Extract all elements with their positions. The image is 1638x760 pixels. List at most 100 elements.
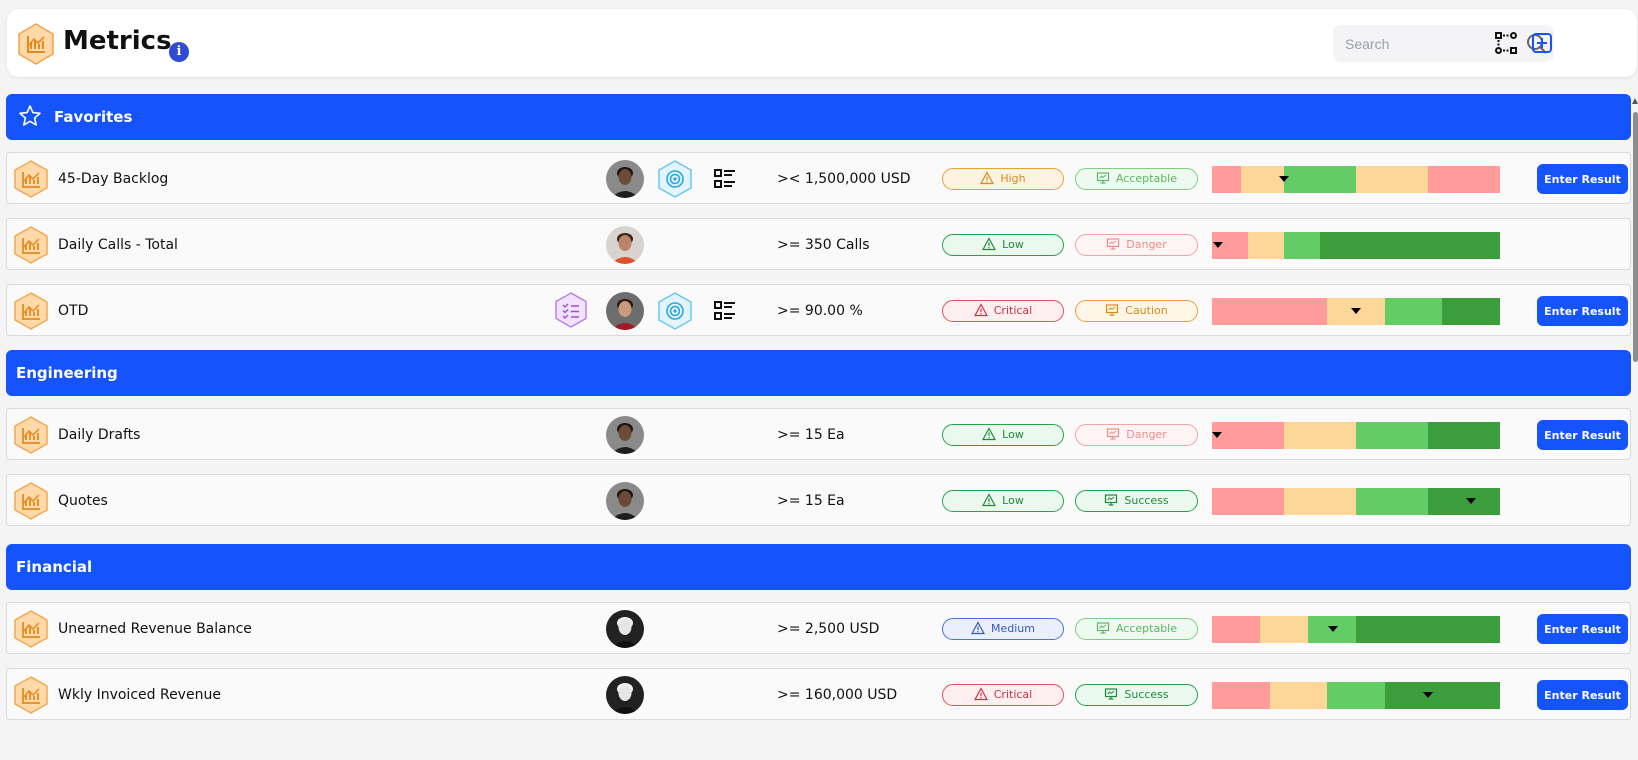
metric-row[interactable]: Quotes >= 15 Ea Low Success: [6, 474, 1631, 526]
performance-gauge: [1212, 616, 1500, 643]
search-input[interactable]: [1345, 33, 1515, 55]
metric-name[interactable]: OTD: [58, 302, 88, 320]
performance-gauge: [1212, 682, 1500, 709]
status-badge: Acceptable: [1075, 618, 1198, 640]
owner-avatar[interactable]: [606, 416, 644, 454]
priority-label: Low: [1002, 494, 1024, 507]
metric-row[interactable]: OTD >= 90.00 % Critical Caution Enter Resul…: [6, 284, 1631, 336]
metric-row[interactable]: 45-Day Backlog >< 1,500,000 USD High Accep…: [6, 152, 1631, 204]
metric-row[interactable]: Daily Drafts >= 15 Ea Low Danger Enter Resu…: [6, 408, 1631, 460]
warning-icon: [982, 427, 997, 441]
gauge-segment-light-green: [1283, 166, 1356, 193]
metric-icon: [14, 610, 48, 648]
owner-avatar[interactable]: [606, 482, 644, 520]
enter-result-button[interactable]: Enter Result: [1537, 614, 1628, 644]
metric-goal: >= 160,000 USD: [777, 687, 898, 703]
monitor-icon: [1096, 622, 1110, 634]
metric-name[interactable]: Unearned Revenue Balance: [58, 620, 252, 638]
enter-result-button[interactable]: Enter Result: [1537, 420, 1628, 450]
gauge-segment-yellow: [1269, 682, 1328, 709]
gauge-marker-icon: [1466, 498, 1477, 504]
metric-icon: [14, 482, 48, 520]
status-label: Acceptable: [1115, 622, 1178, 635]
priority-badge: Low: [942, 234, 1064, 256]
metric-row[interactable]: Daily Calls - Total >= 350 Calls Low Dange…: [6, 218, 1631, 270]
metric-name[interactable]: Quotes: [58, 492, 108, 510]
priority-label: Critical: [993, 688, 1033, 701]
gauge-segment-dark-green: [1384, 682, 1500, 709]
group-label: Favorites: [54, 108, 133, 126]
group-header-financial[interactable]: Financial: [6, 544, 1631, 590]
owner-avatar[interactable]: [606, 676, 644, 714]
status-label: Success: [1124, 688, 1169, 701]
metric-goal: >= 90.00 %: [777, 303, 863, 319]
star-icon[interactable]: [18, 104, 42, 128]
gauge-segment-light-green: [1356, 488, 1428, 515]
priority-label: Low: [1002, 428, 1024, 441]
scrollbar[interactable]: [1632, 94, 1638, 760]
group-header-favorites[interactable]: Favorites: [6, 94, 1631, 140]
gauge-segment-dark-green: [1428, 488, 1500, 515]
gauge-segment-yellow: [1355, 166, 1428, 193]
metric-icon: [14, 292, 48, 330]
status-badge: Success: [1075, 684, 1198, 706]
gauge-marker-icon: [1351, 308, 1361, 314]
gauge-segment-dark-green: [1442, 298, 1500, 325]
gauge-marker-icon: [1279, 176, 1289, 182]
scrollbar-thumb[interactable]: [1633, 112, 1638, 362]
gauge-segment-light-green: [1284, 232, 1320, 259]
checklist-icon[interactable]: [555, 292, 587, 328]
metric-goal: >= 15 Ea: [777, 493, 845, 509]
owner-avatar[interactable]: [606, 610, 644, 648]
monitor-icon: [1107, 428, 1120, 440]
metric-icon: [14, 416, 48, 454]
gauge-segment-yellow: [1260, 616, 1309, 643]
target-icon[interactable]: [657, 160, 693, 198]
enter-result-button[interactable]: Enter Result: [1537, 680, 1628, 710]
page-title: Metrics: [63, 26, 172, 56]
status-badge: Danger: [1075, 234, 1198, 256]
status-label: Danger: [1126, 428, 1167, 441]
metrics-logo-icon: [18, 23, 54, 65]
flow-icon[interactable]: [1494, 31, 1518, 55]
target-icon[interactable]: [657, 292, 693, 330]
group-label: Financial: [16, 558, 93, 576]
priority-badge: Critical: [942, 300, 1064, 322]
scroll-up-arrow-icon[interactable]: [1632, 98, 1638, 104]
gauge-segment-light-green: [1356, 422, 1428, 449]
monitor-icon: [1096, 172, 1110, 184]
metric-icon: [14, 226, 48, 264]
owner-avatar[interactable]: [606, 292, 644, 330]
enter-result-button[interactable]: Enter Result: [1537, 296, 1628, 326]
owner-avatar[interactable]: [606, 226, 644, 264]
status-label: Caution: [1125, 304, 1168, 317]
add-icon[interactable]: [1531, 32, 1553, 54]
group-header-engineering[interactable]: Engineering: [6, 350, 1631, 396]
info-icon[interactable]: i: [169, 42, 189, 62]
priority-label: Medium: [991, 622, 1035, 635]
enter-result-button[interactable]: Enter Result: [1537, 164, 1628, 194]
metric-goal: >= 2,500 USD: [777, 621, 880, 637]
monitor-icon: [1105, 688, 1118, 700]
details-list-icon[interactable]: [713, 167, 737, 191]
performance-gauge: [1212, 298, 1500, 325]
warning-icon: [971, 621, 985, 635]
metric-name[interactable]: 45-Day Backlog: [58, 170, 168, 188]
metric-name[interactable]: Daily Drafts: [58, 426, 140, 444]
priority-badge: Medium: [942, 618, 1064, 640]
gauge-segment-red: [1212, 166, 1241, 193]
metric-icon: [14, 676, 48, 714]
gauge-segment-yellow: [1284, 488, 1356, 515]
metric-name[interactable]: Daily Calls - Total: [58, 236, 178, 254]
details-list-icon[interactable]: [713, 299, 737, 323]
metric-row[interactable]: Unearned Revenue Balance >= 2,500 USD Med…: [6, 602, 1631, 654]
warning-icon: [982, 237, 997, 251]
owner-avatar[interactable]: [606, 160, 644, 198]
search-box: [1333, 25, 1554, 62]
status-badge: Acceptable: [1075, 168, 1198, 190]
warning-icon: [980, 171, 995, 185]
group-label: Engineering: [16, 364, 118, 382]
metric-name[interactable]: Wkly Invoiced Revenue: [58, 686, 221, 704]
gauge-marker-icon: [1212, 432, 1222, 438]
metric-row[interactable]: Wkly Invoiced Revenue >= 160,000 USD Crit…: [6, 668, 1631, 720]
